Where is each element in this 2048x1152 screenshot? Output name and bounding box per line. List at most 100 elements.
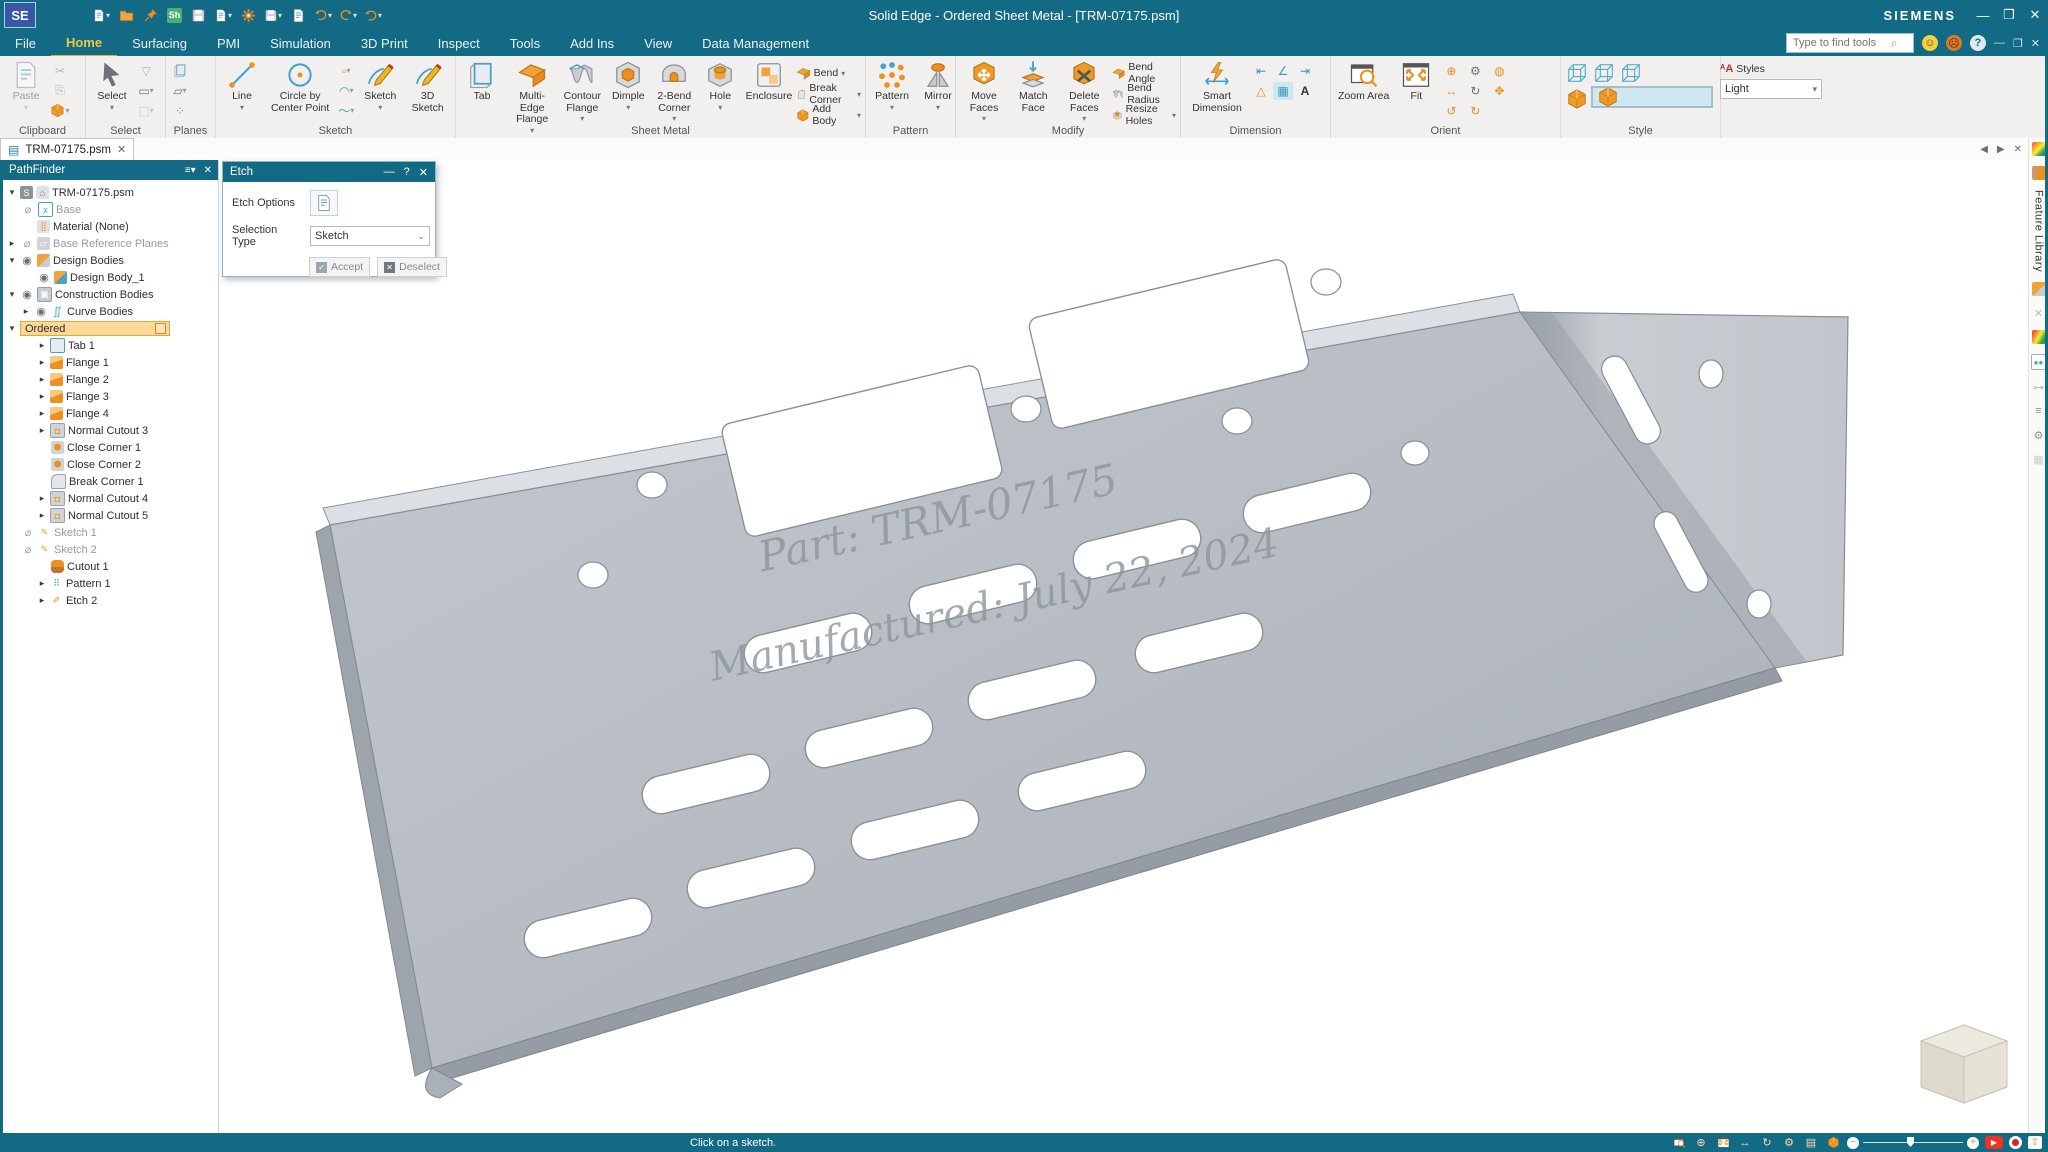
tree-item[interactable]: ⌀✎Sketch 2 — [3, 541, 218, 558]
dialog-minimize-icon[interactable]: — — [384, 166, 395, 179]
resize-holes-button[interactable]: Resize Holes▾ — [1112, 107, 1176, 123]
cut-icon[interactable]: ✂ — [50, 62, 70, 79]
zoom-area-button[interactable]: Zoom Area — [1335, 59, 1392, 104]
visible-eye-icon[interactable]: ◉ — [20, 254, 34, 267]
feature-library-icon[interactable] — [2032, 166, 2046, 180]
layers-icon[interactable]: ≡ — [2032, 404, 2046, 418]
color-manager-icon[interactable] — [2032, 330, 2046, 344]
tree-item[interactable]: ▾Ordered — [3, 320, 218, 337]
save-icon[interactable] — [189, 6, 207, 24]
pan-icon[interactable]: ↔ — [1440, 82, 1462, 100]
shaded-view-icon[interactable]: ◍ — [1488, 62, 1510, 80]
bend-radius-button[interactable]: Bend Radius — [1112, 86, 1176, 102]
sheet-metal-part[interactable]: Part: TRM-07175 Manufactured: July 22, 2… — [219, 160, 2028, 1133]
menu-tab-pmi[interactable]: PMI — [202, 30, 255, 56]
relate-icon[interactable]: ▦ — [1273, 82, 1293, 100]
copy-view-status-icon[interactable]: ▤ — [1803, 1136, 1819, 1150]
menu-tab-tools[interactable]: Tools — [495, 30, 555, 56]
dialog-help-icon[interactable]: ? — [404, 166, 410, 179]
bend-angle-button[interactable]: Bend Angle — [1112, 65, 1176, 81]
open-icon[interactable] — [117, 6, 135, 24]
tree-item[interactable]: ▸◘Normal Cutout 4 — [3, 490, 218, 507]
components-icon[interactable] — [2032, 282, 2046, 296]
ordered-selected-row[interactable]: Ordered — [20, 321, 170, 336]
simulation-results-icon[interactable] — [2032, 142, 2046, 156]
smart-dimension-button[interactable]: Smart Dimension — [1185, 59, 1249, 115]
match-face-button[interactable]: Match Face — [1010, 59, 1056, 115]
arc-icon[interactable]: ◠ ▾ — [336, 82, 356, 99]
pin-icon[interactable] — [142, 6, 160, 24]
tab-scroll-right-icon[interactable]: ▶ — [1997, 144, 2005, 155]
tree-item[interactable]: Cutout 1 — [3, 558, 218, 575]
tree-item[interactable]: ⬢Close Corner 1 — [3, 439, 218, 456]
pathfinder-close-icon[interactable]: ✕ — [204, 165, 212, 176]
tree-item[interactable]: ▸◉∬Curve Bodies — [3, 303, 218, 320]
keypoint-icon[interactable]: ⊶ — [2032, 380, 2046, 394]
fit-status-icon[interactable] — [1715, 1136, 1731, 1150]
settings-gear-icon[interactable] — [239, 6, 257, 24]
distance-between-icon[interactable]: ⇤ — [1251, 62, 1271, 80]
zoom-in-icon[interactable]: + — [1967, 1137, 1979, 1149]
tab-scroll-left-icon[interactable]: ◀ — [1980, 144, 1988, 155]
shaded-style-icon[interactable] — [1565, 87, 1589, 111]
coordinate-dimension-icon[interactable]: ⇥ — [1295, 62, 1315, 80]
select-fence-icon[interactable]: ⬚ ▾ — [136, 102, 156, 119]
2-bend-corner-button[interactable]: 2-Bend Corner▾ — [652, 59, 696, 124]
feature-library-tab[interactable]: Feature Library — [2033, 190, 2045, 272]
mirror-button[interactable]: Mirror▾ — [916, 59, 960, 113]
dimple-button[interactable]: Dimple▾ — [606, 59, 650, 113]
angle-between-icon[interactable]: ∠ — [1273, 62, 1293, 80]
curve-icon[interactable]: 〜 ▾ — [336, 102, 356, 119]
menu-tab-add-ins[interactable]: Add Ins — [555, 30, 629, 56]
menu-tab-surfacing[interactable]: Surfacing — [117, 30, 202, 56]
line-button[interactable]: Line▾ — [220, 59, 264, 113]
document-tab-close-icon[interactable]: ✕ — [117, 143, 126, 156]
wireframe-style-icon[interactable] — [1565, 61, 1589, 85]
tree-item[interactable]: ▸◘Normal Cutout 5 — [3, 507, 218, 524]
ribbon-close-icon[interactable]: ✕ — [2031, 37, 2040, 50]
bend-button[interactable]: Bend▾ — [796, 65, 861, 81]
menu-tab-3d-print[interactable]: 3D Print — [346, 30, 423, 56]
delete-faces-button[interactable]: Delete Faces▾ — [1059, 59, 1111, 124]
undo-icon[interactable]: ▾ — [314, 6, 332, 24]
restore-button[interactable]: ❐ — [1996, 0, 2022, 30]
tree-item[interactable]: ▸✐Etch 2 — [3, 592, 218, 609]
rotate-view-icon[interactable]: ⚙ — [1464, 62, 1486, 80]
tree-item[interactable]: ▸Flange 3 — [3, 388, 218, 405]
tree-item[interactable]: ⌀xBase — [3, 201, 218, 218]
menu-tab-data-management[interactable]: Data Management — [687, 30, 824, 56]
face-style-dropdown[interactable]: Light▾ — [1720, 79, 1822, 99]
menu-tab-view[interactable]: View — [629, 30, 687, 56]
break-corner-button[interactable]: Break Corner▾ — [796, 86, 861, 102]
pattern-button[interactable]: Pattern▾ — [870, 59, 914, 113]
document-options-icon[interactable]: ▾ — [264, 6, 282, 24]
hole-button[interactable]: Hole▾ — [698, 59, 742, 113]
video-play-icon[interactable]: ▶ — [1985, 1136, 2003, 1149]
tree-item[interactable]: ◉Design Body_1 — [3, 269, 218, 286]
feedback-frown-icon[interactable]: ☹ — [1946, 35, 1962, 51]
tree-item[interactable]: ▾◉Design Bodies — [3, 252, 218, 269]
copy-icon[interactable]: ⎘ — [50, 82, 70, 99]
rotate-status-icon[interactable]: ↻ — [1759, 1136, 1775, 1150]
tree-item[interactable]: ▾S⌂TRM-07175.psm — [3, 184, 218, 201]
selection-type-dropdown[interactable]: Sketch⌄ — [310, 226, 430, 246]
circle-by-center-point-button[interactable]: Circle by Center Point — [266, 59, 334, 115]
view-cube[interactable] — [1921, 1025, 2007, 1103]
minimize-button[interactable]: — — [1970, 0, 1996, 30]
visible-eye-icon[interactable]: ◉ — [34, 305, 48, 318]
enclosure-button[interactable]: Enclosure — [744, 59, 793, 104]
move-faces-button[interactable]: Move Faces▾ — [960, 59, 1008, 124]
hidden-eye-icon[interactable]: ⌀ — [21, 203, 35, 216]
engineering-tools-icon[interactable]: ✕ — [2032, 306, 2046, 320]
app-logo[interactable]: SE — [4, 2, 36, 28]
command-search[interactable]: ⌕ — [1786, 33, 1914, 53]
visible-edges-style-icon[interactable] — [1592, 61, 1616, 85]
tree-item[interactable]: ▸⠿Pattern 1 — [3, 575, 218, 592]
tree-item[interactable]: ▾◉▣Construction Bodies — [3, 286, 218, 303]
save-as-icon[interactable]: ▾ — [214, 6, 232, 24]
hidden-eye-icon[interactable]: ⌀ — [21, 543, 35, 556]
model-viewport[interactable]: Part: TRM-07175 Manufactured: July 22, 2… — [219, 160, 2028, 1133]
tree-item[interactable]: ▸Tab 1 — [3, 337, 218, 354]
tree-item[interactable]: ▸⌀▱Base Reference Planes — [3, 235, 218, 252]
tree-item[interactable]: Break Corner 1 — [3, 473, 218, 490]
